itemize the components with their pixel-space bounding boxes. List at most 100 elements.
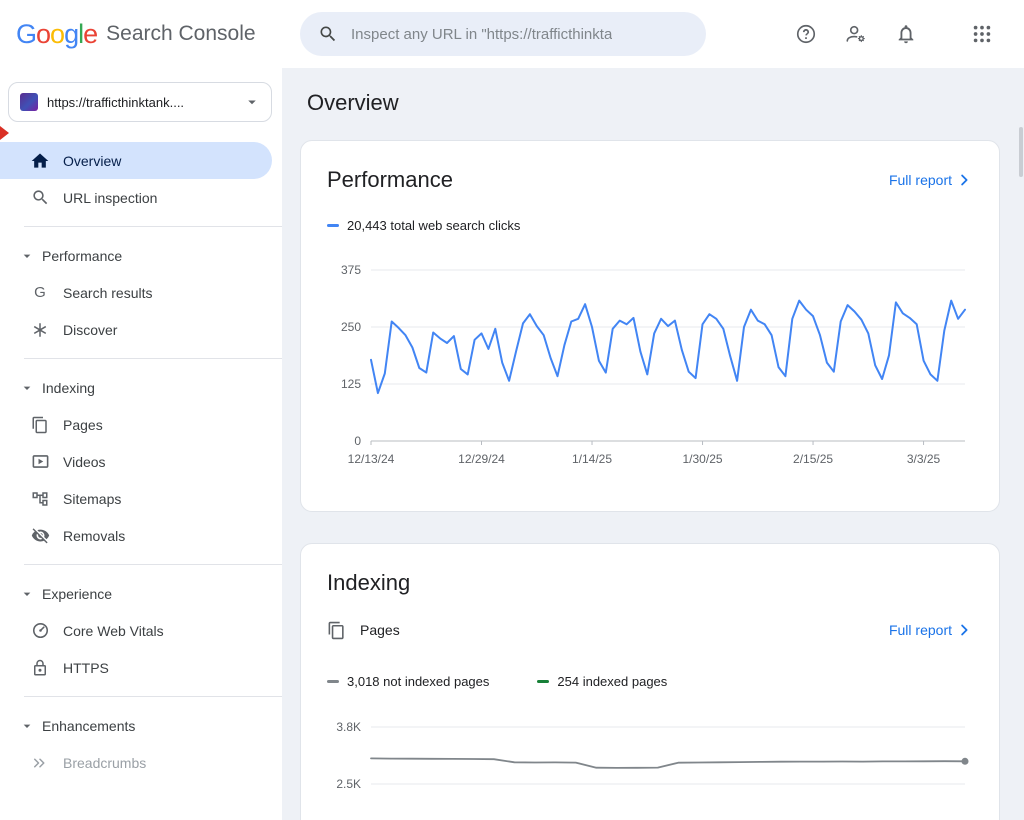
performance-legend: 20,443 total web search clicks bbox=[327, 217, 973, 233]
sidebar-item-label: HTTPS bbox=[63, 660, 109, 676]
sidebar-item-breadcrumbs[interactable]: Breadcrumbs bbox=[0, 744, 272, 781]
chevron-right-icon bbox=[955, 621, 973, 639]
sidebar-item-removals[interactable]: Removals bbox=[0, 517, 272, 554]
sidebar-item-url-inspection[interactable]: URL inspection bbox=[0, 179, 272, 216]
sidebar-item-core-web-vitals[interactable]: Core Web Vitals bbox=[0, 612, 272, 649]
chevron-right-icon bbox=[955, 171, 973, 189]
help-button[interactable] bbox=[786, 14, 826, 54]
svg-text:3.8K: 3.8K bbox=[336, 720, 361, 734]
svg-text:0: 0 bbox=[354, 434, 361, 448]
sidebar-section-label: Indexing bbox=[42, 380, 95, 396]
sidebar-divider bbox=[24, 696, 282, 697]
sidebar-nav: Overview URL inspection Performance G Se… bbox=[0, 142, 282, 781]
legend-dash-not-indexed bbox=[327, 680, 339, 683]
indexing-pages-row: Pages Full report bbox=[327, 618, 973, 642]
sidebar: https://trafficthinktank.... Overview UR… bbox=[0, 68, 282, 820]
sidebar-section-experience[interactable]: Experience bbox=[0, 575, 282, 612]
indexing-line-chart[interactable]: 3.8K 2.5K bbox=[327, 717, 973, 820]
sidebar-section-indexing[interactable]: Indexing bbox=[0, 369, 282, 406]
caret-down-icon bbox=[19, 248, 35, 264]
sidebar-item-label: Sitemaps bbox=[63, 491, 121, 507]
chevron-down-icon bbox=[243, 93, 261, 111]
legend-dash-clicks bbox=[327, 224, 339, 227]
sidebar-item-pages[interactable]: Pages bbox=[0, 406, 272, 443]
discover-asterisk-icon bbox=[31, 321, 49, 339]
breadcrumbs-icon bbox=[31, 754, 49, 772]
google-wordmark: Google bbox=[16, 19, 97, 50]
svg-text:1/30/25: 1/30/25 bbox=[683, 452, 723, 466]
property-label: https://trafficthinktank.... bbox=[47, 95, 234, 110]
search-console-app: Google Search Console Inspect any URL in… bbox=[0, 0, 1024, 820]
lock-icon bbox=[31, 659, 49, 677]
performance-legend-label: 20,443 total web search clicks bbox=[347, 218, 520, 233]
indexed-legend-label: 254 indexed pages bbox=[557, 674, 667, 689]
svg-text:1/14/25: 1/14/25 bbox=[572, 452, 612, 466]
sidebar-divider bbox=[24, 226, 282, 227]
indexing-card-title: Indexing bbox=[327, 570, 410, 596]
scrollbar-thumb[interactable] bbox=[1019, 127, 1023, 177]
page-title: Overview bbox=[307, 90, 1024, 116]
red-marker bbox=[0, 126, 9, 140]
home-icon bbox=[30, 151, 50, 171]
sidebar-section-label: Enhancements bbox=[42, 718, 135, 734]
svg-text:2/15/25: 2/15/25 bbox=[793, 452, 833, 466]
svg-text:375: 375 bbox=[341, 263, 361, 277]
property-selector[interactable]: https://trafficthinktank.... bbox=[8, 82, 272, 122]
sidebar-item-label: Discover bbox=[63, 322, 117, 338]
google-apps-button[interactable] bbox=[962, 14, 1002, 54]
sidebar-section-enhancements[interactable]: Enhancements bbox=[0, 707, 282, 744]
sidebar-item-label: Overview bbox=[63, 153, 121, 169]
svg-text:125: 125 bbox=[341, 377, 361, 391]
sidebar-item-discover[interactable]: Discover bbox=[0, 311, 272, 348]
help-icon bbox=[795, 23, 817, 45]
sidebar-section-label: Performance bbox=[42, 248, 122, 264]
main-content: Overview Performance Full report 20,443 … bbox=[282, 68, 1024, 820]
pages-icon bbox=[327, 621, 346, 640]
sidebar-item-label: Pages bbox=[63, 417, 103, 433]
sidebar-divider bbox=[24, 564, 282, 565]
pages-icon bbox=[31, 416, 49, 434]
url-inspect-searchbox[interactable]: Inspect any URL in "https://trafficthink… bbox=[300, 12, 706, 56]
gauge-icon bbox=[31, 621, 50, 640]
sidebar-item-sitemaps[interactable]: Sitemaps bbox=[0, 480, 272, 517]
sidebar-item-label: Core Web Vitals bbox=[63, 623, 164, 639]
sidebar-section-performance[interactable]: Performance bbox=[0, 237, 282, 274]
manage-users-icon bbox=[845, 23, 867, 45]
sidebar-section-label: Experience bbox=[42, 586, 112, 602]
sidebar-item-label: Removals bbox=[63, 528, 125, 544]
sidebar-item-videos[interactable]: Videos bbox=[0, 443, 272, 480]
performance-card: Performance Full report 20,443 total web… bbox=[300, 140, 1000, 512]
app-header: Google Search Console Inspect any URL in… bbox=[0, 0, 1024, 68]
sitemap-tree-icon bbox=[31, 490, 49, 508]
performance-full-report-link[interactable]: Full report bbox=[889, 171, 973, 189]
performance-line-chart[interactable]: 375 250 125 0 12/13/24 12/29/24 1/14/25 1/30/25… bbox=[327, 260, 973, 476]
manage-users-button[interactable] bbox=[836, 14, 876, 54]
video-icon bbox=[31, 452, 50, 471]
full-report-label: Full report bbox=[889, 172, 952, 188]
sidebar-item-overview[interactable]: Overview bbox=[0, 142, 272, 179]
svg-text:12/29/24: 12/29/24 bbox=[458, 452, 505, 466]
sidebar-item-search-results[interactable]: G Search results bbox=[0, 274, 272, 311]
search-icon bbox=[318, 24, 338, 44]
pages-label: Pages bbox=[360, 622, 400, 638]
sidebar-item-label: Breadcrumbs bbox=[63, 755, 146, 771]
google-logo[interactable]: Google Search Console bbox=[0, 19, 256, 50]
sidebar-item-label: Search results bbox=[63, 285, 152, 301]
google-g-icon: G bbox=[30, 283, 50, 303]
svg-text:2.5K: 2.5K bbox=[336, 777, 361, 791]
caret-down-icon bbox=[19, 380, 35, 396]
property-favicon bbox=[20, 93, 38, 111]
svg-text:3/3/25: 3/3/25 bbox=[907, 452, 941, 466]
caret-down-icon bbox=[19, 586, 35, 602]
svg-text:250: 250 bbox=[341, 320, 361, 334]
sidebar-item-https[interactable]: HTTPS bbox=[0, 649, 272, 686]
indexing-full-report-link[interactable]: Full report bbox=[889, 621, 973, 639]
caret-down-icon bbox=[19, 718, 35, 734]
not-indexed-legend-label: 3,018 not indexed pages bbox=[347, 674, 489, 689]
svg-text:12/13/24: 12/13/24 bbox=[348, 452, 395, 466]
product-name: Search Console bbox=[106, 22, 255, 46]
eye-off-icon bbox=[31, 526, 50, 545]
apps-grid-icon bbox=[971, 23, 993, 45]
bell-icon bbox=[895, 23, 917, 45]
notifications-button[interactable] bbox=[886, 14, 926, 54]
